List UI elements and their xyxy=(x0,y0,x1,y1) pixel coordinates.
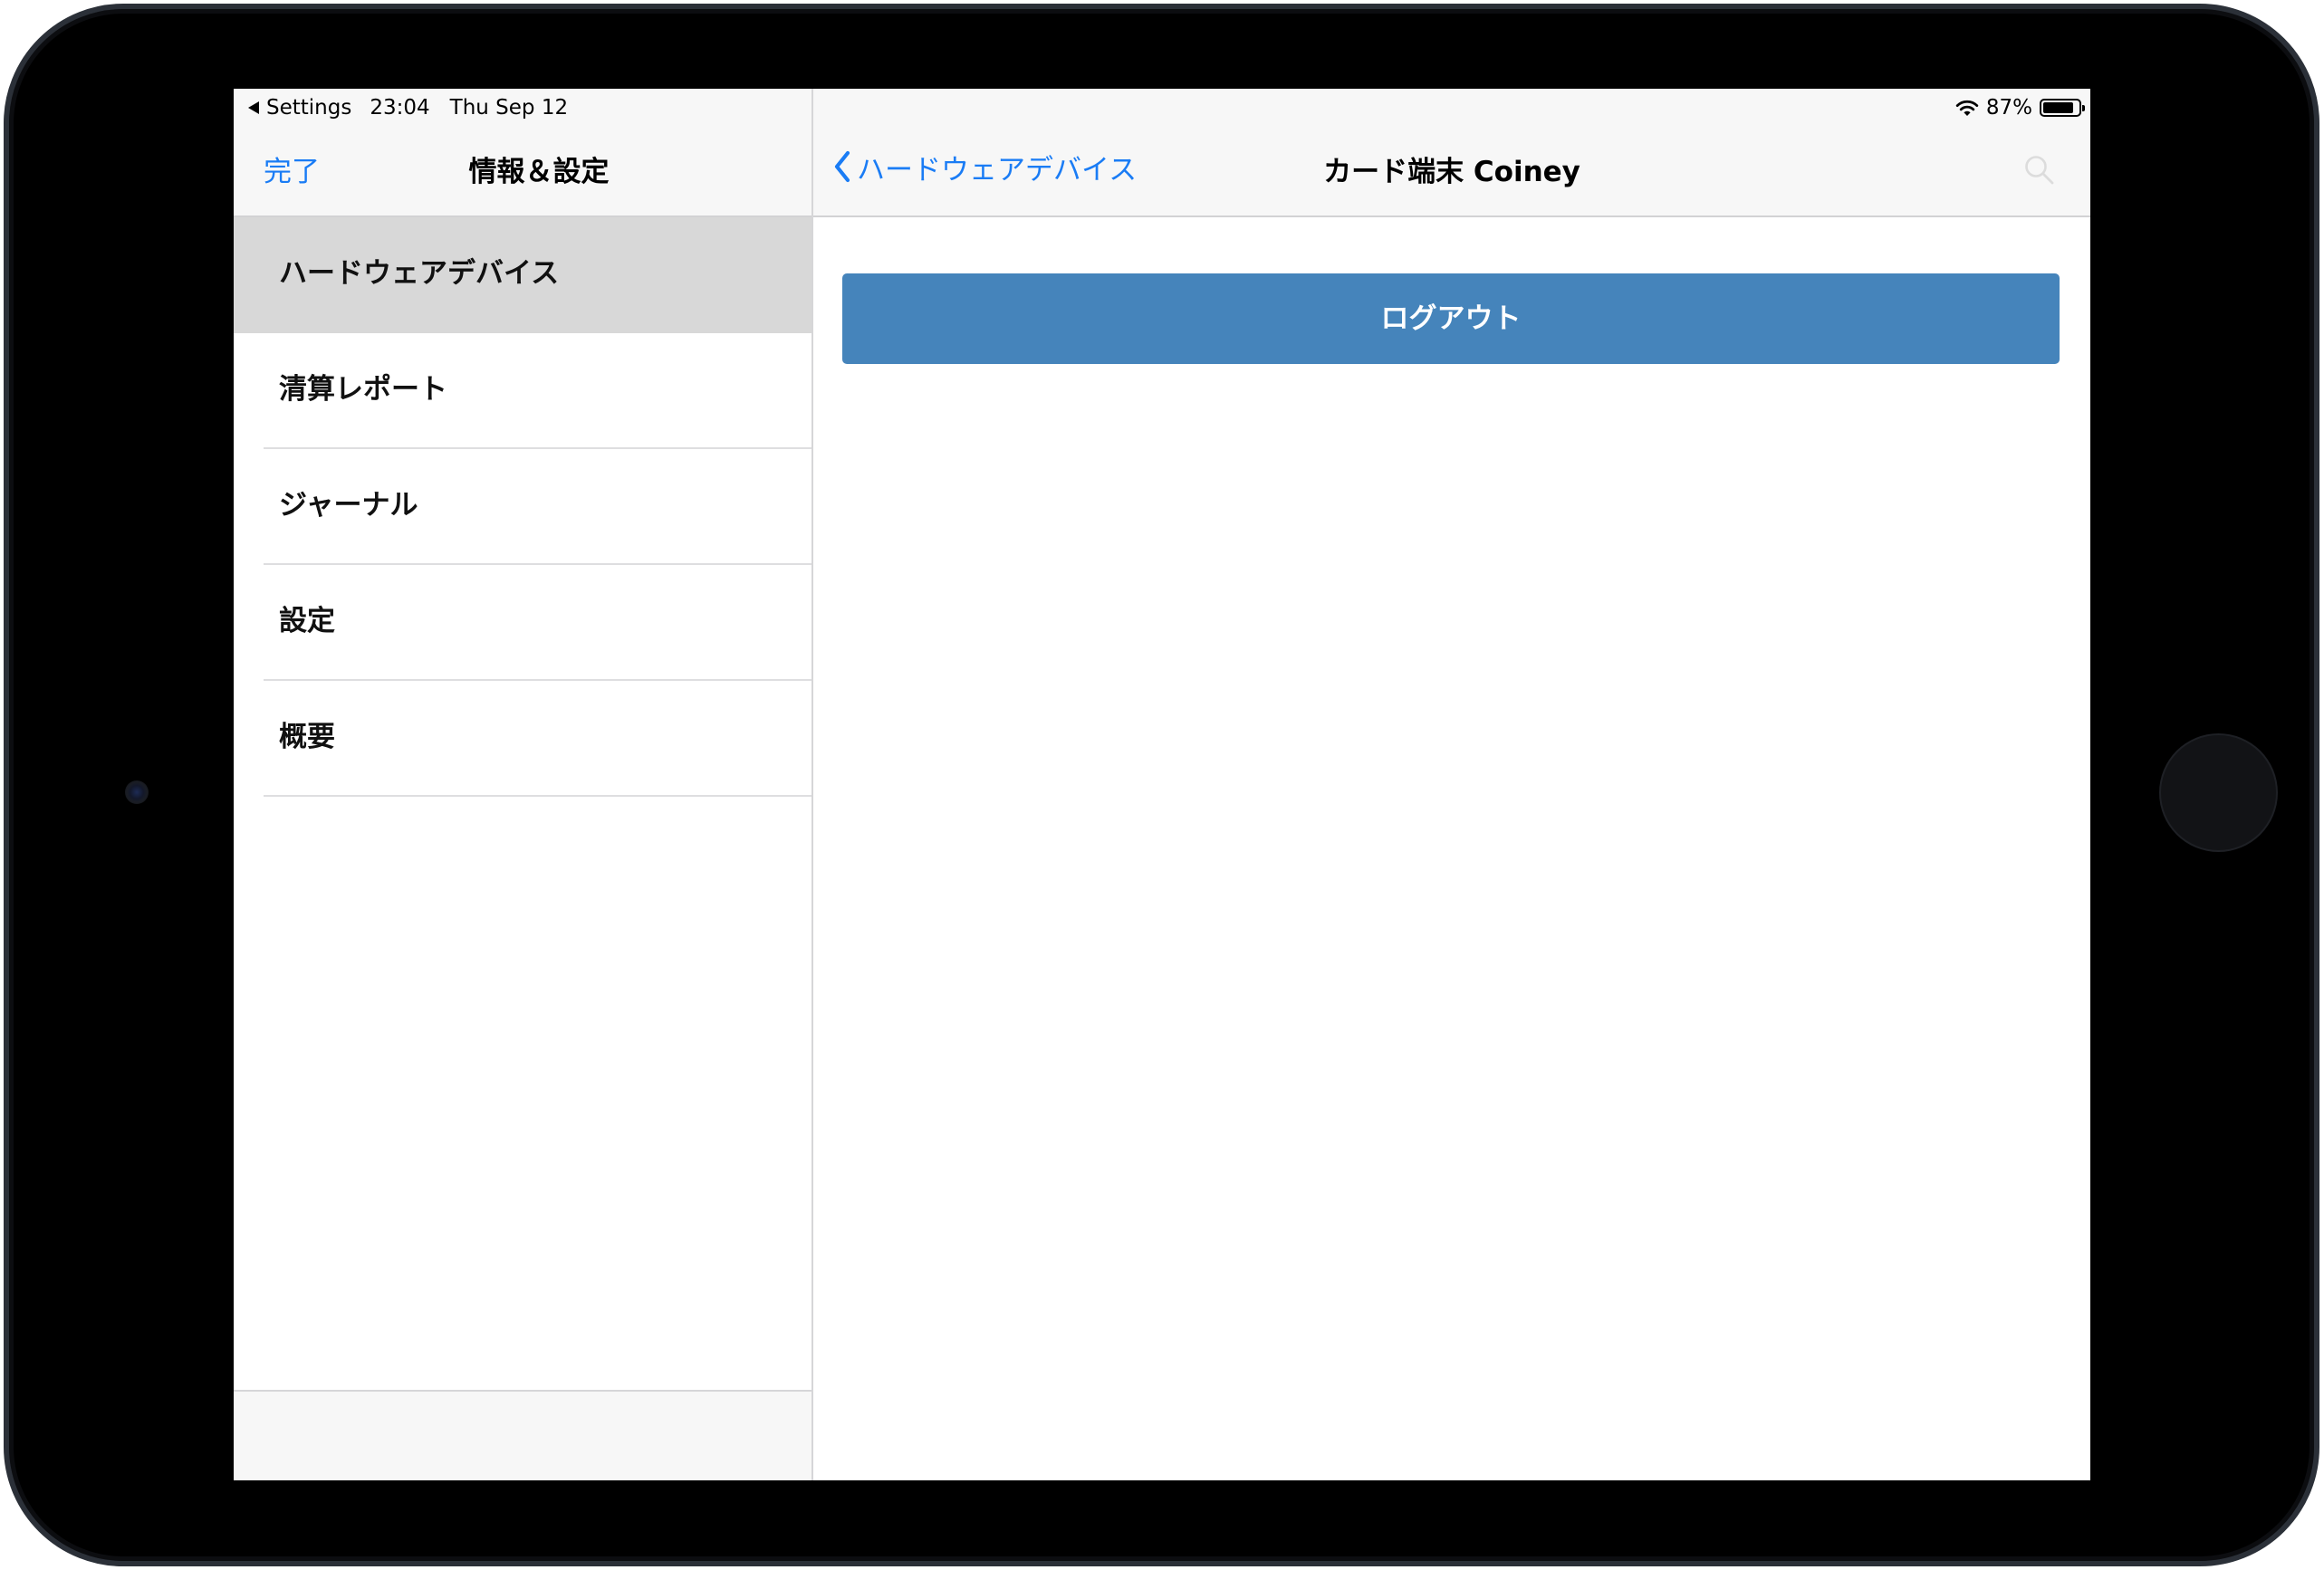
menu-item-settings[interactable]: 設定 xyxy=(234,565,811,681)
menu-item-label: 清算レポート xyxy=(279,373,447,406)
master-pane: Settings 23:04 Thu Sep 12 完了 情報＆設定 ハードウェ… xyxy=(234,89,813,1480)
battery-fill xyxy=(2043,102,2073,113)
menu-item-overview[interactable]: 概要 xyxy=(234,681,811,797)
search-icon[interactable] xyxy=(2023,154,2056,187)
status-time: 23:04 xyxy=(370,96,430,120)
divider xyxy=(264,795,811,797)
detail-pane: 87% ハードウェアデバイス カード端末 Coiney ログアウト xyxy=(813,89,2090,1480)
battery-icon xyxy=(2040,99,2085,117)
wifi-icon xyxy=(1955,100,1979,116)
master-title: 情報＆設定 xyxy=(468,156,610,188)
menu-item-settlement-report[interactable]: 清算レポート xyxy=(234,333,811,449)
settings-menu: ハードウェアデバイス 清算レポート ジャーナル 設定 概要 xyxy=(234,217,811,797)
front-camera xyxy=(125,780,149,804)
status-date: Thu Sep 12 xyxy=(449,96,569,120)
detail-navigation-bar: 87% ハードウェアデバイス カード端末 Coiney xyxy=(813,89,2090,217)
logout-button[interactable]: ログアウト xyxy=(842,273,2060,364)
master-toolbar xyxy=(234,1390,811,1480)
menu-item-label: 概要 xyxy=(279,721,335,753)
master-navigation-bar: Settings 23:04 Thu Sep 12 完了 情報＆設定 xyxy=(234,89,811,217)
screen: Settings 23:04 Thu Sep 12 完了 情報＆設定 ハードウェ… xyxy=(234,89,2090,1480)
menu-item-label: ジャーナル xyxy=(279,489,418,522)
detail-title: カード端末 Coiney xyxy=(1323,156,1580,188)
back-to-app-label[interactable]: Settings xyxy=(266,96,351,120)
back-to-app-icon[interactable] xyxy=(248,101,259,114)
menu-item-journal[interactable]: ジャーナル xyxy=(234,449,811,565)
home-button[interactable] xyxy=(2161,735,2276,850)
battery-nub xyxy=(2082,105,2085,111)
menu-item-label: 設定 xyxy=(279,605,335,637)
status-bar-right: 87% xyxy=(1955,94,2085,121)
battery-percentage: 87% xyxy=(1985,96,2032,120)
menu-item-hardware-devices[interactable]: ハードウェアデバイス xyxy=(234,217,811,333)
menu-item-label: ハードウェアデバイス xyxy=(279,257,560,290)
status-bar-left: Settings 23:04 Thu Sep 12 xyxy=(248,94,568,121)
